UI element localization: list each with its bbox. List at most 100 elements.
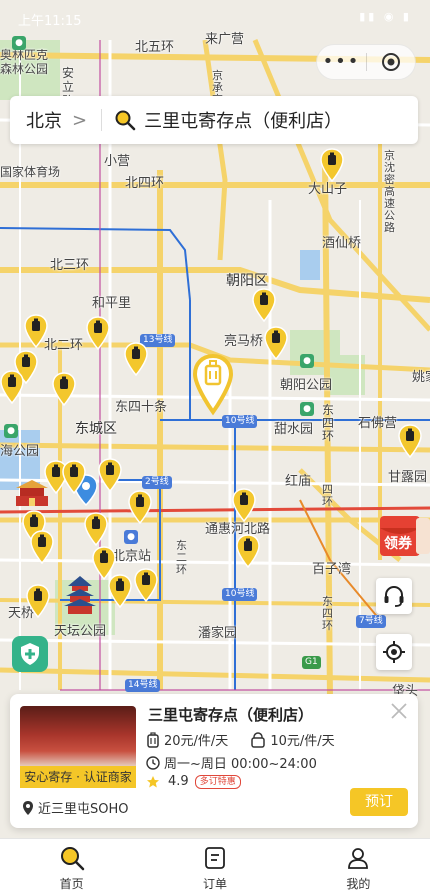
hours-text: 周一~周日 00:00~24:00	[164, 757, 317, 772]
safety-shield-button[interactable]	[12, 636, 48, 672]
storage-pin-icon[interactable]	[108, 574, 132, 608]
storage-pin-icon[interactable]	[398, 424, 422, 458]
metro-line-tag: 10号线	[222, 415, 258, 428]
coupon-label: 领券	[384, 536, 412, 552]
book-button[interactable]: 预订	[350, 788, 408, 816]
metro-line-tag: 7号线	[356, 615, 386, 628]
storage-pin-icon[interactable]	[128, 490, 152, 524]
map-label: 甜水园	[274, 422, 314, 437]
map-label: 亮马桥	[224, 334, 264, 349]
tab-label: 我的	[346, 877, 371, 891]
certified-badge: 安心寄存 · 认证商家	[20, 766, 136, 788]
storage-pin-icon[interactable]	[52, 372, 76, 406]
location-text: 近三里屯SOHO	[38, 802, 129, 817]
storage-pin-icon[interactable]	[24, 314, 48, 348]
storage-pin-icon[interactable]	[62, 460, 86, 494]
storage-pin-icon[interactable]	[0, 370, 24, 404]
map-label: 酒仙桥	[322, 236, 362, 251]
close-icon[interactable]	[390, 702, 408, 720]
hours-row: 周一~周日 00:00~24:00	[146, 753, 317, 772]
storage-pin-icon[interactable]	[236, 534, 260, 568]
customer-service-button[interactable]	[376, 578, 412, 614]
storage-pin-icon[interactable]	[252, 288, 276, 322]
storage-pin-icon[interactable]	[264, 326, 288, 360]
storage-pin-icon[interactable]	[30, 530, 54, 564]
tab-home[interactable]: 首页	[0, 839, 143, 894]
tab-bar: 首页 订单 我的	[0, 838, 430, 894]
metro-line-tag: 10号线	[222, 588, 258, 601]
order-icon	[205, 847, 225, 869]
storage-pin-icon[interactable]	[320, 148, 344, 182]
status-bar: 上午11:15 ▮▮ ◉ ▮	[0, 0, 430, 34]
map-label: 百子湾	[312, 562, 352, 577]
tab-mine[interactable]: 我的	[287, 839, 430, 894]
coupon-button[interactable]: 领券	[376, 512, 430, 560]
chevron-right-icon: >	[72, 109, 88, 131]
storage-pin-icon[interactable]	[26, 584, 50, 618]
tab-label: 订单	[202, 877, 227, 891]
storage-pin-icon[interactable]	[134, 568, 158, 602]
map-label: 甘露园	[388, 470, 428, 485]
poi-icon: ●	[300, 402, 314, 416]
location-pin-icon	[23, 800, 33, 815]
map-label: 东二环	[176, 539, 187, 576]
price-small: 10元/件/天	[270, 734, 335, 749]
map-label: 东四环	[322, 403, 335, 443]
temple-of-heaven-landmark-icon	[64, 576, 96, 614]
map-label: 天坛公园	[54, 624, 107, 639]
more-dots-icon[interactable]: •••	[317, 44, 366, 80]
selected-storage-pin-icon[interactable]	[192, 354, 234, 416]
status-time: 上午11:15	[18, 14, 82, 29]
search-divider	[101, 109, 103, 131]
price-row: 20元/件/天 10元/件/天	[146, 730, 335, 749]
map-label: 红庙	[285, 474, 312, 489]
store-info-card[interactable]: 安心寄存 · 认证商家 三里屯寄存点（便利店） 20元/件/天 10元/件/天 …	[10, 694, 418, 828]
poi-icon: ●	[12, 36, 26, 50]
map-label: 小营	[104, 154, 131, 169]
clock-icon	[146, 755, 160, 770]
storage-pin-icon[interactable]	[84, 512, 108, 546]
tab-label: 首页	[59, 877, 84, 891]
rating-row: 4.9 多订特惠	[146, 774, 241, 789]
metro-line-tag: 2号线	[142, 476, 172, 489]
map-label: 海公园	[0, 444, 40, 459]
tab-orders[interactable]: 订单	[143, 839, 286, 894]
miniprogram-capsule: •••	[316, 44, 416, 80]
map-label: 东四环	[322, 595, 333, 632]
status-icons: ▮▮ ◉ ▮	[359, 10, 412, 23]
location-row: 近三里屯SOHO	[22, 798, 129, 817]
map-label: 北四环	[125, 176, 165, 191]
store-title: 三里屯寄存点（便利店）	[148, 706, 314, 724]
map-label: 北二环	[44, 338, 84, 353]
city-selector[interactable]: 北京	[26, 107, 62, 133]
poi-icon: ●	[300, 354, 314, 368]
map-label: 东城区	[75, 421, 117, 437]
search-query[interactable]: 三里屯寄存点（便利店）	[144, 107, 342, 133]
search-bar[interactable]: 北京 > 三里屯寄存点（便利店）	[10, 96, 418, 144]
map-label: 国家体育场	[0, 165, 61, 179]
bag-icon	[251, 731, 266, 748]
map-label: 潘家园	[198, 626, 238, 641]
star-icon	[147, 775, 159, 787]
discount-tag: 多订特惠	[194, 774, 241, 789]
storage-pin-icon[interactable]	[232, 488, 256, 522]
storage-pin-icon[interactable]	[98, 458, 122, 492]
map-label: 和平里	[92, 296, 132, 311]
metro-line-tag: 14号线	[125, 679, 161, 692]
map-label: 石佛营	[358, 416, 398, 431]
map-label: 姚家	[412, 370, 430, 385]
target-icon[interactable]	[367, 51, 415, 73]
locate-button[interactable]	[376, 634, 412, 670]
poi-icon: ●	[4, 424, 18, 438]
locate-icon	[383, 641, 405, 663]
map-label: 四环	[322, 483, 333, 508]
shield-plus-icon	[21, 643, 39, 665]
map-label: 北三环	[50, 258, 90, 273]
map-label: 朝阳区	[226, 273, 268, 289]
headset-icon	[384, 586, 404, 607]
map-label: 东四十条	[115, 400, 168, 415]
storage-pin-icon[interactable]	[124, 342, 148, 376]
storage-pin-icon[interactable]	[86, 316, 110, 350]
map-label: 朝阳公园	[280, 378, 333, 393]
station-icon: ●	[124, 530, 138, 544]
